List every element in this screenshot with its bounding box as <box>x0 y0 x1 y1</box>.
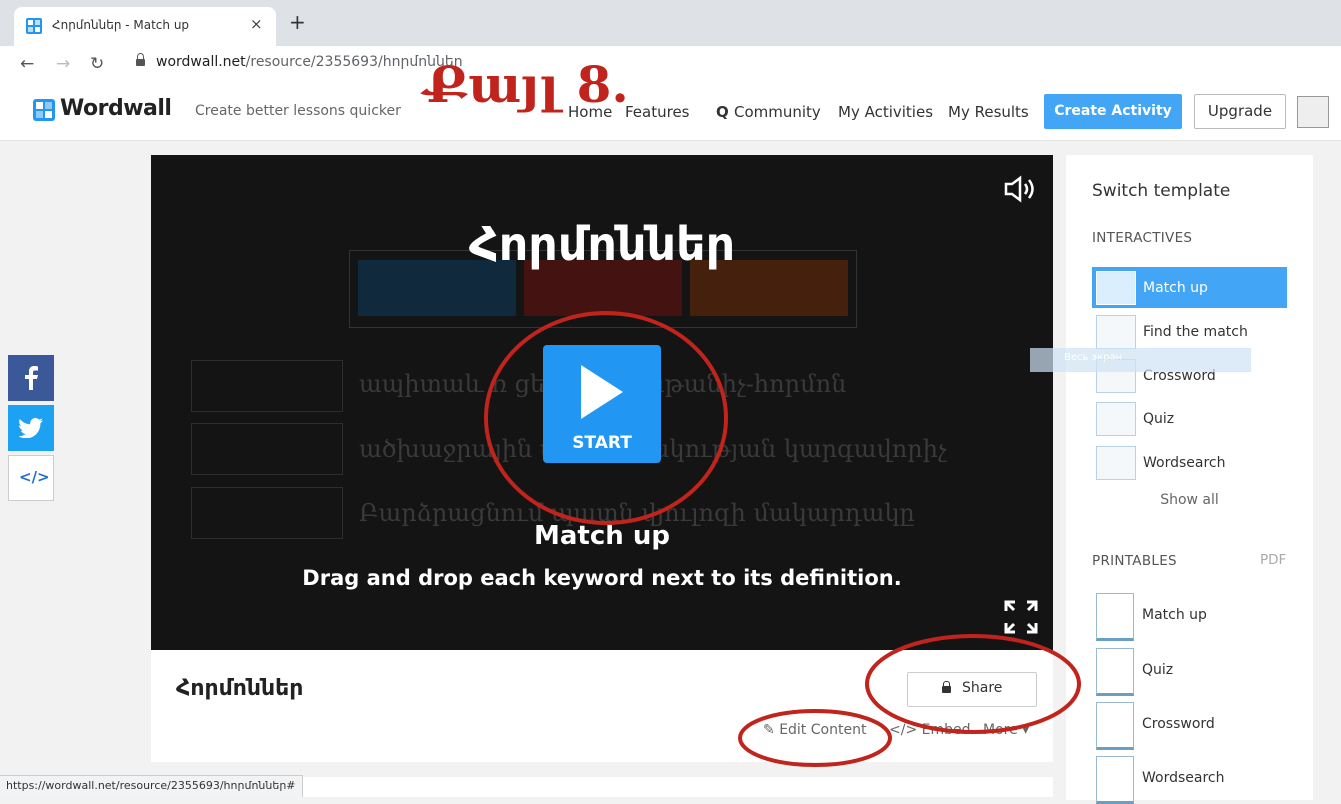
embed-label: Embed <box>921 722 971 738</box>
edit-content-link[interactable]: ✎ Edit Content <box>763 722 866 738</box>
game-preview-panel: ապիտաև ռ ցեի թեզի խթանիչ-հորմոն ածխաջրայ… <box>151 155 1053 650</box>
more-link[interactable]: More ▾ <box>983 722 1029 738</box>
template-name: Match up <box>534 521 670 551</box>
printable-match-up[interactable]: Match up <box>1096 593 1286 641</box>
logo-text[interactable]: Wordwall <box>60 96 172 121</box>
hover-tooltip: Весь экран <box>1030 348 1251 372</box>
find-the-match-icon <box>1096 315 1136 349</box>
game-instructions: Drag and drop each keyword next to its d… <box>302 566 902 590</box>
background-drop-box <box>191 423 343 475</box>
tab-title: Հորմոններ - Match up <box>52 18 190 32</box>
embed-share-button[interactable]: </> <box>8 455 54 501</box>
quiz-printable-icon <box>1096 648 1134 696</box>
nav-my-results[interactable]: My Results <box>948 103 1029 121</box>
printable-wordsearch[interactable]: Wordsearch <box>1096 756 1286 804</box>
new-tab-icon[interactable]: + <box>289 12 306 32</box>
url-field[interactable]: wordwall.net/resource/2355693/հորմոններ <box>156 54 463 70</box>
share-label: Share <box>962 680 1003 696</box>
tagline: Create better lessons quicker <box>195 103 401 119</box>
template-quiz[interactable]: Quiz <box>1092 398 1287 439</box>
forward-arrow-icon[interactable]: → <box>56 54 70 74</box>
interactives-heading: INTERACTIVES <box>1092 230 1193 246</box>
match-up-printable-icon <box>1096 593 1134 641</box>
wordwall-logo-icon[interactable] <box>33 99 55 121</box>
switch-template-title: Switch template <box>1092 181 1231 201</box>
printable-label: Crossword <box>1142 716 1215 732</box>
edit-content-label: Edit Content <box>779 722 867 738</box>
template-find-the-match[interactable]: Find the match <box>1092 311 1287 352</box>
show-all-link[interactable]: Show all <box>1066 492 1313 508</box>
template-sidebar: Switch template INTERACTIVES Match up Fi… <box>1066 155 1313 804</box>
reload-icon[interactable]: ↻ <box>90 54 104 74</box>
nav-community-label: Community <box>733 103 821 121</box>
url-domain: wordwall.net <box>156 54 246 70</box>
template-label: Wordsearch <box>1143 455 1226 471</box>
nav-my-activities[interactable]: My Activities <box>838 103 933 121</box>
quiz-icon <box>1096 402 1136 436</box>
facebook-share-button[interactable] <box>8 355 54 401</box>
pdf-label: PDF <box>1260 552 1287 568</box>
lock-icon <box>136 53 145 66</box>
twitter-icon <box>19 418 43 438</box>
avatar[interactable] <box>1297 96 1329 128</box>
more-label: More <box>983 722 1018 738</box>
pencil-icon: ✎ <box>763 722 780 738</box>
lock-icon <box>942 681 951 693</box>
wordwall-favicon-icon <box>26 18 42 34</box>
search-icon: Q <box>716 103 734 121</box>
template-match-up[interactable]: Match up <box>1092 267 1287 308</box>
background-drop-box <box>191 360 343 412</box>
code-icon: </> <box>889 722 922 738</box>
browser-tab[interactable]: Հորմոններ - Match up × <box>14 7 276 46</box>
hover-tooltip-text: Весь экран <box>1064 352 1123 363</box>
printable-label: Match up <box>1142 607 1207 623</box>
printable-label: Quiz <box>1142 662 1174 678</box>
browser-status-bar: https://wordwall.net/resource/2355693/հո… <box>0 775 303 797</box>
game-title: Հորմոններ <box>468 217 736 271</box>
activity-info-card: Հորմոններ Share ✎ Edit Content </> Embed… <box>151 650 1053 762</box>
share-button[interactable]: Share <box>907 672 1037 707</box>
nav-features[interactable]: Features <box>625 103 690 121</box>
chevron-down-icon: ▾ <box>1017 722 1030 738</box>
speaker-icon[interactable] <box>1003 175 1039 203</box>
browser-tab-bar: Հորմոններ - Match up × + <box>0 0 1341 46</box>
address-bar: ← → ↻ wordwall.net/resource/2355693/հորմ… <box>0 46 1341 85</box>
template-label: Quiz <box>1143 411 1175 427</box>
embed-link[interactable]: </> Embed <box>889 722 971 738</box>
site-header: Wordwall Create better lessons quicker H… <box>0 84 1341 141</box>
wordsearch-icon <box>1096 446 1136 480</box>
activity-title: Հորմոններ <box>176 676 304 701</box>
printables-heading: PRINTABLES <box>1092 553 1177 569</box>
nav-community[interactable]: Q Community <box>716 103 821 121</box>
twitter-share-button[interactable] <box>8 405 54 451</box>
embed-code-icon: </> <box>19 468 50 486</box>
wordsearch-printable-icon <box>1096 756 1134 804</box>
play-icon <box>581 365 623 419</box>
step-annotation: Քայլ 8. <box>424 55 629 114</box>
start-button[interactable]: START <box>543 345 661 463</box>
template-wordsearch[interactable]: Wordsearch <box>1092 442 1287 483</box>
printable-crossword[interactable]: Crossword <box>1096 702 1286 750</box>
crossword-printable-icon <box>1096 702 1134 750</box>
start-label: START <box>572 433 632 453</box>
tab-close-icon[interactable]: × <box>250 15 263 33</box>
match-up-icon <box>1096 271 1136 305</box>
back-arrow-icon[interactable]: ← <box>20 54 34 74</box>
template-label: Find the match <box>1143 324 1248 340</box>
printable-label: Wordsearch <box>1142 770 1225 786</box>
fullscreen-icon[interactable] <box>1002 598 1040 636</box>
facebook-icon <box>25 366 38 390</box>
printable-quiz[interactable]: Quiz <box>1096 648 1286 696</box>
template-label: Match up <box>1143 280 1208 296</box>
create-activity-button[interactable]: Create Activity <box>1044 94 1182 129</box>
upgrade-button[interactable]: Upgrade <box>1194 94 1286 129</box>
